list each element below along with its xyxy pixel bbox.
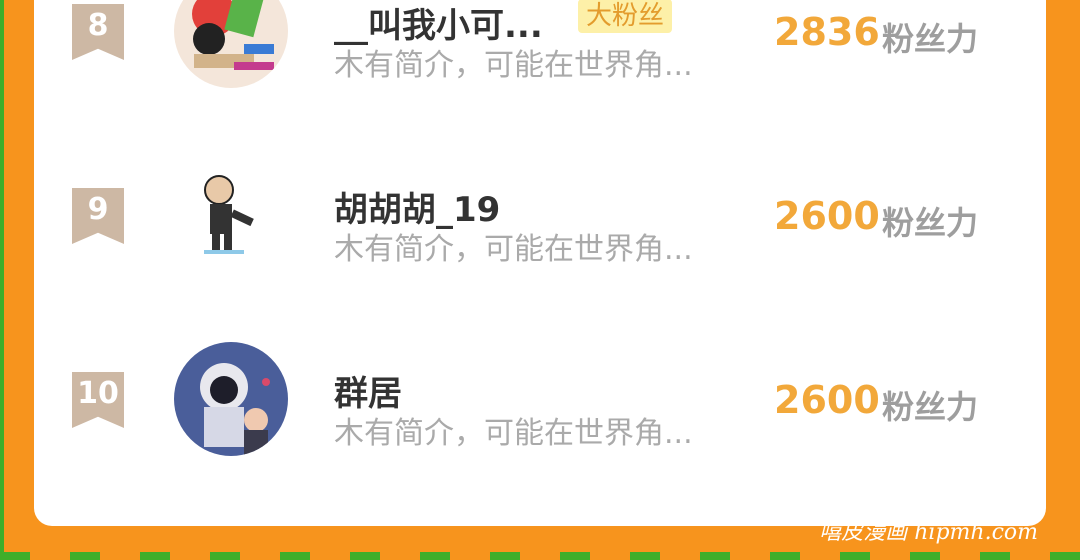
fan-power-label: 粉丝力 xyxy=(882,20,979,58)
rank-ribbon: 8 xyxy=(72,4,124,60)
left-edge-stripe xyxy=(0,0,4,560)
fan-power-label: 粉丝力 xyxy=(882,388,979,426)
fan-power-value: 2600 xyxy=(774,194,880,238)
user-intro: 木有简介，可能在世界角... xyxy=(334,232,693,267)
fan-power-label: 粉丝力 xyxy=(882,204,979,242)
ranking-row[interactable]: 8 __叫我小可... 大粉丝 木有简介，可能在世界角... 2836 粉丝力 xyxy=(34,0,1046,120)
user-intro: 木有简介，可能在世界角... xyxy=(334,48,693,83)
fan-power-value: 2836 xyxy=(774,10,880,54)
fan-power-value: 2600 xyxy=(774,378,880,422)
watermark: 嘻皮漫画 hipmh.com xyxy=(819,520,1038,545)
user-intro: 木有简介，可能在世界角... xyxy=(334,416,693,451)
ranking-row[interactable]: 9 胡胡胡_19 木有简介，可能在世界角... 2600 粉丝力 xyxy=(34,154,1046,304)
bald-man-sketch-avatar-icon[interactable] xyxy=(174,158,288,272)
anime-figures-avatar-icon[interactable] xyxy=(174,342,288,456)
rank-ribbon: 10 xyxy=(72,372,124,428)
cartoon-avatar-icon[interactable] xyxy=(174,0,288,88)
fan-ranking-card: 8 __叫我小可... 大粉丝 木有简介，可能在世界角... 2836 粉丝力 … xyxy=(34,0,1046,526)
bottom-stripe-decoration xyxy=(0,552,1080,560)
ranking-row[interactable]: 10 群居 木有简介，可能在世界角... 2600 粉丝力 xyxy=(34,338,1046,488)
rank-ribbon: 9 xyxy=(72,188,124,244)
big-fan-badge: 大粉丝 xyxy=(578,0,673,33)
